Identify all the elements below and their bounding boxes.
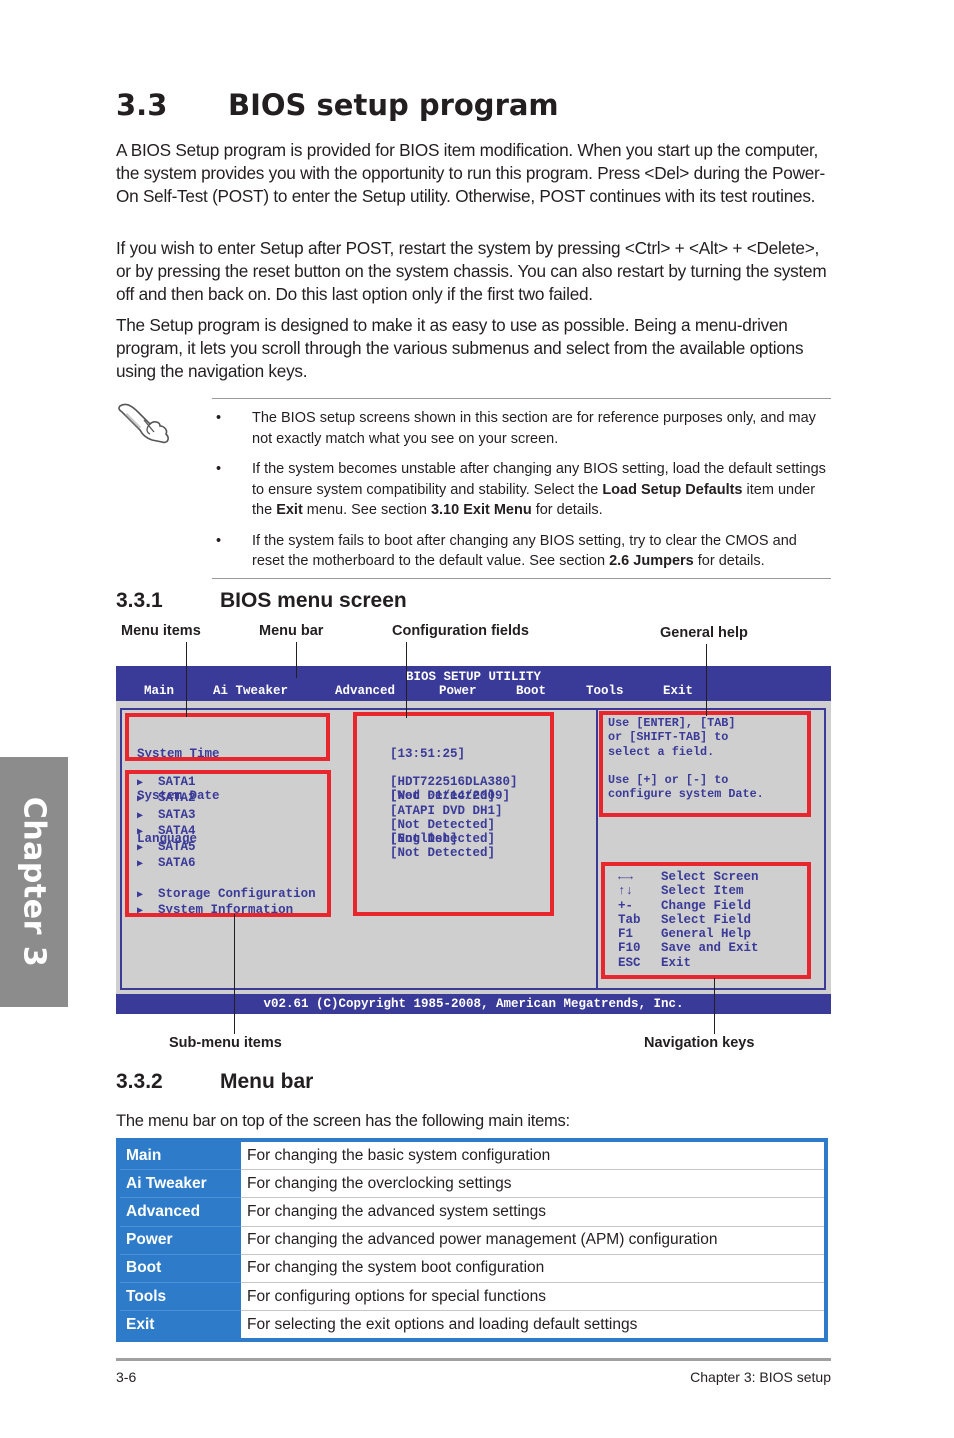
note-emphasis: 3.10 Exit Menu: [430, 502, 532, 518]
footer-divider: [116, 1358, 831, 1361]
callout-menu-items: Menu items: [121, 623, 201, 639]
callout-menu-bar: Menu bar: [259, 623, 324, 639]
bios-screen: BIOS SETUP UTILITY Main Ai Tweaker Advan…: [116, 666, 831, 1014]
leader-configuration-fields: [406, 642, 407, 718]
bios-help-divider: [596, 708, 598, 990]
bullet-icon: •: [216, 461, 222, 477]
note-item: • If the system becomes unstable after ch…: [216, 459, 828, 521]
note-item: • The BIOS setup screens shown in this se…: [216, 408, 828, 449]
note-emphasis: Exit: [276, 502, 303, 518]
menu-table-description: For changing the system boot configurati…: [241, 1254, 826, 1283]
menu-table-key: Main: [118, 1140, 241, 1171]
menu-table-description: For changing the advanced power manageme…: [241, 1226, 826, 1255]
menu-table-description: For changing the basic system configurat…: [241, 1140, 826, 1171]
callout-configuration-fields: Configuration fields: [392, 623, 529, 639]
chapter-tab-label: Chapter 3: [16, 796, 52, 968]
subsection-title-menu-bar: 3.3.2 Menu bar: [116, 1070, 313, 1094]
bios-menu-main[interactable]: Main: [144, 684, 174, 698]
note-text: for details.: [693, 553, 765, 569]
leader-navigation-keys: [714, 978, 715, 1034]
table-row: Boot For changing the system boot configu…: [118, 1254, 826, 1283]
note-text: The BIOS setup screens shown in this sec…: [252, 410, 816, 447]
note-text: for details.: [531, 502, 603, 518]
highlight-configuration-fields: [353, 712, 554, 916]
menu-table-key: Power: [118, 1226, 241, 1255]
menu-table-key: Ai Tweaker: [118, 1169, 241, 1199]
intro-paragraph-1: A BIOS Setup program is provided for BIO…: [116, 140, 825, 206]
menu-table-key: Exit: [118, 1310, 241, 1341]
note-item: • If the system fails to boot after chang…: [216, 531, 828, 572]
menu-table-description: For changing the advanced system setting…: [241, 1197, 826, 1227]
section-title: 3.3 BIOS setup program: [116, 88, 559, 122]
menu-table-key: Boot: [118, 1254, 241, 1283]
leader-menu-items: [186, 642, 187, 717]
highlight-menu-items: [125, 713, 330, 761]
note-text: menu. See section: [302, 502, 431, 518]
note-top-divider: [212, 398, 831, 399]
bullet-icon: •: [216, 532, 222, 549]
callout-navigation-keys: Navigation keys: [644, 1035, 755, 1051]
subsection-title-text: Menu bar: [220, 1070, 314, 1093]
table-row: Exit For selecting the exit options and l…: [118, 1310, 826, 1341]
bullet-icon: •: [216, 410, 222, 426]
menu-table-description: For changing the overclocking settings: [241, 1169, 826, 1199]
note-emphasis: Load Setup Defaults: [602, 481, 743, 498]
note-emphasis: 2.6 Jumpers: [609, 553, 694, 569]
bios-title: BIOS SETUP UTILITY: [405, 670, 542, 684]
leader-general-help: [706, 644, 707, 716]
subsection-number: 3.3.2: [116, 1070, 163, 1093]
subsection-title-bios-menu-screen: 3.3.1 BIOS menu screen: [116, 589, 407, 613]
menu-table-description: For configuring options for special func…: [241, 1282, 826, 1312]
leader-sub-menu-items: [234, 914, 235, 1034]
table-row: Power For changing the advanced power man…: [118, 1226, 826, 1255]
page-number: 3-6: [116, 1369, 137, 1385]
menu-table-description: For selecting the exit options and loadi…: [247, 1315, 638, 1333]
bios-menu-power[interactable]: Power: [439, 684, 477, 698]
bios-menu-bar: BIOS SETUP UTILITY Main Ai Tweaker Advan…: [116, 666, 831, 701]
chapter-tab: Chapter 3: [0, 757, 68, 1007]
table-row: Main For changing the basic system config…: [118, 1140, 826, 1171]
note-bottom-divider: [212, 578, 831, 579]
bios-menu-ai-tweaker[interactable]: Ai Tweaker: [213, 684, 288, 698]
bios-copyright: v02.61 (C)Copyright 1985-2008, American …: [116, 994, 831, 1014]
leader-menu-bar: [296, 642, 297, 678]
menu-bar-table: Main For changing the basic system config…: [116, 1138, 828, 1343]
callout-sub-menu-items: Sub-menu items: [169, 1035, 282, 1051]
menu-table-key: Tools: [118, 1282, 241, 1312]
highlight-general-help: [599, 711, 811, 817]
menu-table-key: Advanced: [118, 1197, 241, 1227]
bios-menu-boot[interactable]: Boot: [516, 684, 546, 698]
bios-menu-tools[interactable]: Tools: [586, 684, 624, 698]
subsection-title-text: BIOS menu screen: [220, 589, 407, 612]
table-row: Ai Tweaker For changing the overclocking …: [118, 1169, 826, 1199]
hand-pointer-icon: [118, 403, 169, 444]
bios-menu-exit[interactable]: Exit: [663, 684, 693, 698]
intro-paragraph-2: If you wish to enter Setup after POST, r…: [116, 238, 827, 304]
table-row: Tools For configuring options for special…: [118, 1282, 826, 1312]
intro-paragraph-3: The Setup program is designed to make it…: [116, 315, 804, 381]
highlight-sub-menu-items: [125, 770, 331, 917]
section-title-text: BIOS setup program: [228, 88, 559, 122]
bios-menu-advanced[interactable]: Advanced: [335, 684, 395, 698]
section-number: 3.3: [116, 88, 168, 122]
menu-bar-intro: The menu bar on top of the screen has th…: [116, 1112, 570, 1130]
callout-general-help: General help: [660, 625, 748, 641]
highlight-navigation-keys: [601, 862, 811, 979]
subsection-number: 3.3.1: [116, 589, 163, 612]
note-list: • The BIOS setup screens shown in this se…: [216, 408, 828, 582]
table-row: Advanced For changing the advanced system…: [118, 1197, 826, 1227]
footer-chapter-title: Chapter 3: BIOS setup: [690, 1369, 831, 1385]
